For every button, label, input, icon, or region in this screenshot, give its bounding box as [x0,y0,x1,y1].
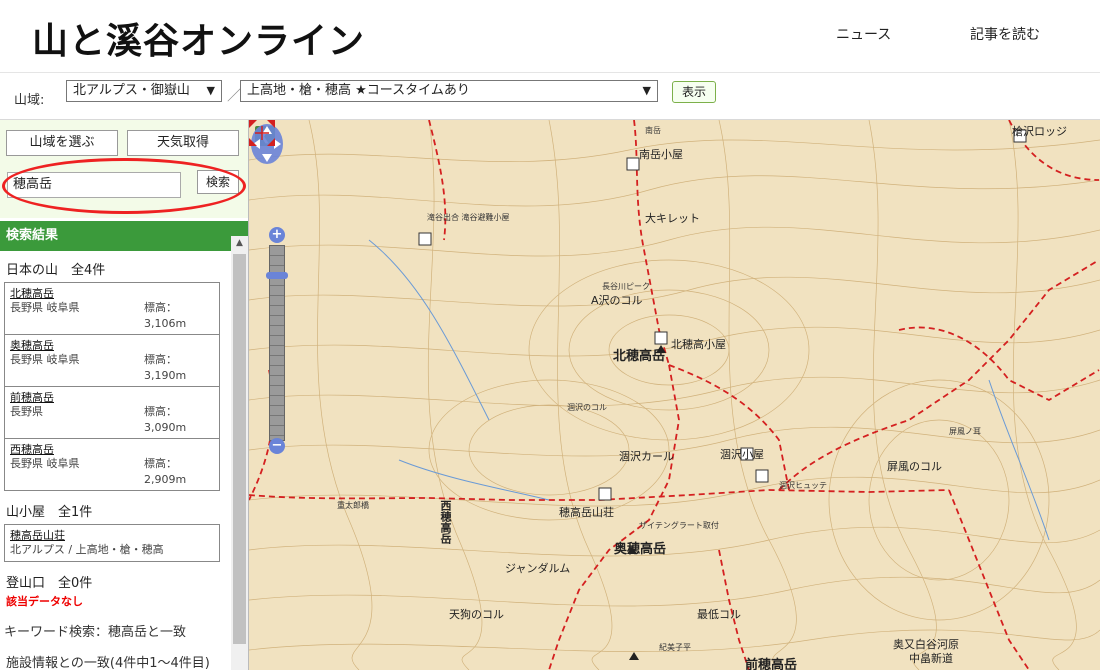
map-label-saitei-route: ザイテングラート取付 [639,521,719,530]
map-label-kimitaira: 紀美子平 [659,643,691,652]
area-select-value: 上高地・槍・穂高 ★コースタイムあり [247,83,470,98]
keyword-match-line: キーワード検索：穂高岳と一致 [4,625,187,640]
zoom-out-button[interactable]: − [269,438,285,454]
map-label-daikiretto: 大キレット [645,212,700,225]
zoom-in-button[interactable]: + [269,227,285,243]
crosshair-icon [249,120,275,146]
mountain-result[interactable]: 前穂高岳 長野県 標高： 3,090m [5,387,219,439]
mountain-elevation: 3,190m [144,369,187,382]
mountains-section-title: 日本の山 全4件 [6,263,106,278]
region-select[interactable]: 北アルプス・御嶽山 ▼ [66,80,222,102]
mountain-elevation: 2,909m [144,473,187,486]
scroll-up-icon[interactable]: ▲ [231,238,248,252]
hut-area: 北アルプス / 上高地・槍・穂高 [10,543,164,556]
mountain-elevation: 3,090m [144,421,187,434]
map-label-karasawa-col: 涸沢のコル [567,403,607,412]
region-select-value: 北アルプス・御嶽山 [73,83,190,98]
elevation-label: 標高： [144,405,177,418]
highlight-annotation [2,158,246,214]
map-label-minamidake: 南岳 [645,126,661,135]
map-canvas [249,120,1100,670]
map-label-okuhotaka: 奥穂高岳 [614,542,667,557]
show-button[interactable]: 表示 [672,81,716,103]
results-header: 検索結果 [0,221,248,251]
zoom-slider-thumb[interactable] [266,272,288,279]
nav-read-articles[interactable]: 記事を読む [970,24,1040,44]
chevron-down-icon: ▼ [642,84,651,97]
nav-news[interactable]: ニュース [836,24,891,44]
chevron-down-icon: ▼ [206,84,215,97]
map-label-byobunomimi: 屏風ノ耳 [949,427,981,436]
sidebar-search-panel: 山域を選ぶ 天気取得 穂高岳 検索 [0,120,248,218]
mountain-pref: 長野県 岐阜県 [10,353,80,366]
map-label-karasawa-hutte: 涸沢ヒュッテ [779,481,827,490]
mountain-result[interactable]: 奥穂高岳 長野県 岐阜県 標高： 3,190m [5,335,219,387]
map-label-saitei-col: 最低コル [697,608,741,621]
map-label-kitahotaka-hut: 北穂高小屋 [671,338,726,351]
map-label-juutarou: 重太郎橋 [337,501,369,510]
mountain-elevation: 3,106m [144,317,187,330]
scroll-thumb[interactable] [233,254,246,644]
map-label-a-col: A沢のコル [591,294,643,307]
mountain-pref: 長野県 岐阜県 [10,301,80,314]
mountains-result-box: 北穂高岳 長野県 岐阜県 標高： 3,106m 奥穂高岳 長野県 岐阜県 標高：… [4,282,220,491]
map-label-takidani-hut: 滝谷出合 滝谷避難小屋 [427,213,510,222]
results-scrollbar[interactable]: ▲ [231,236,248,670]
huts-result-box: 穂高岳山荘 北アルプス / 上高地・槍・穂高 [4,524,220,562]
map-label-maehotaka: 前穂高岳 [745,658,798,670]
hut-result[interactable]: 穂高岳山荘 北アルプス / 上高地・槍・穂高 [5,525,219,561]
mountain-result[interactable]: 北穂高岳 長野県 岐阜県 標高： 3,106m [5,283,219,335]
site-logo[interactable]: 山と溪谷オンライン [32,12,365,64]
mountain-pref: 長野県 岐阜県 [10,457,80,470]
map-label-karasawa-cirque: 涸沢カール [619,450,674,463]
mountain-pref: 長野県 [10,405,43,418]
map-label-jandarumu: ジャンダルム [505,562,571,575]
region-label: 山域: [14,93,45,108]
map-label-kitahotaka: 北穂高岳 [613,349,666,364]
sidebar: 山域を選ぶ 天気取得 穂高岳 検索 検索結果 日本の山 全4件 北穂高岳 長野県… [0,120,249,670]
results-list: 日本の山 全4件 北穂高岳 長野県 岐阜県 標高： 3,106m 奥穂高岳 長野… [0,251,230,670]
mountain-result[interactable]: 西穂高岳 長野県 岐阜県 標高： 2,909m [5,439,219,490]
site-header: 山と溪谷オンライン ニュース 記事を読む [0,0,1100,72]
map-label-nagatani-peak: 長谷川ピーク [602,282,650,291]
map-label-tengu-col: 天狗のコル [449,608,504,621]
map-label-nishihotaka: 西穂高岳 [439,500,452,544]
region-bar: 山域: 北アルプス・御嶽山 ▼ ／ 上高地・槍・穂高 ★コースタイムあり ▼ 表… [0,72,1100,120]
map-label-karasawa-hut: 涸沢小屋 [720,448,764,461]
map-label-hotaka-sanso: 穂高岳山荘 [559,506,614,519]
facility-match-line: 施設情報との一致(4件中1～4件目) [6,656,210,670]
map-label-minamidake-hut: 南岳小屋 [639,148,683,161]
map-label-byobu-col: 屏風のコル [887,460,942,473]
area-select[interactable]: 上高地・槍・穂高 ★コースタイムあり ▼ [240,80,658,102]
elevation-label: 標高： [144,301,177,314]
elevation-label: 標高： [144,353,177,366]
trailheads-empty: 該当データなし [6,595,83,608]
choose-region-button[interactable]: 山域を選ぶ [6,130,118,156]
trailheads-section-title: 登山口 全0件 [6,576,93,591]
map-label-yarisawa-lodge: 槍沢ロッジ [1012,125,1067,138]
map-label-nakahata: 中畠新道 [909,652,953,665]
elevation-label: 標高： [144,457,177,470]
weather-button[interactable]: 天気取得 [127,130,239,156]
topo-map[interactable]: ❮ + − 南岳小屋 南岳 大キレット 滝谷出合 滝谷避難小屋 長谷川ピーク A… [249,120,1100,670]
huts-section-title: 山小屋 全1件 [6,505,93,520]
